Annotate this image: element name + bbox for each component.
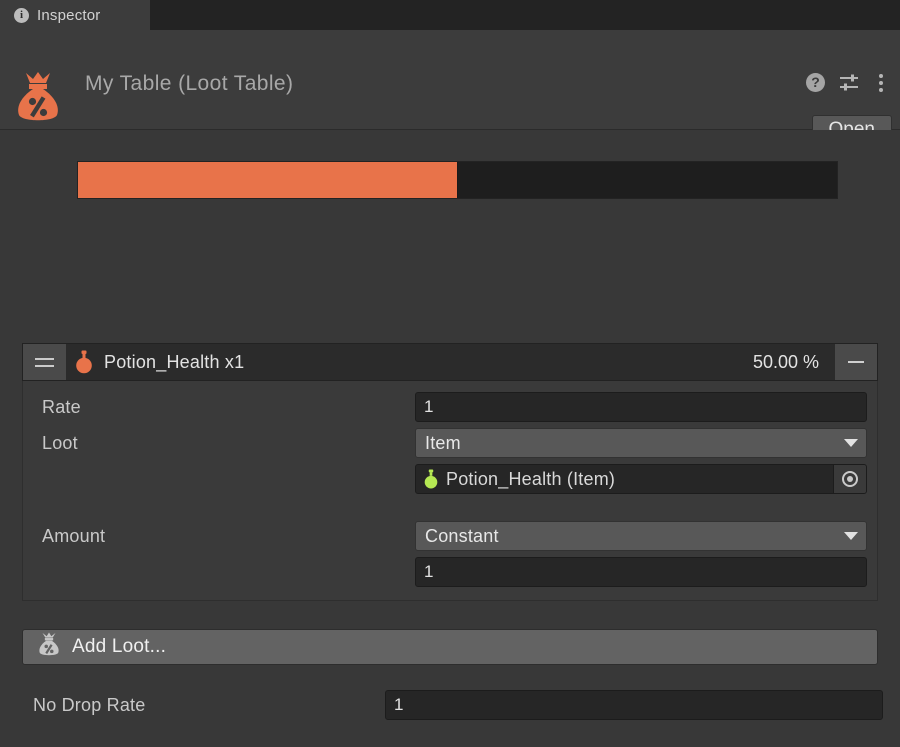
loot-object-value: Potion_Health (Item) — [446, 468, 616, 489]
inspector-body: Potion_Health x1 50.00 % Rate Loot Item — [0, 130, 900, 747]
preset-sliders-icon[interactable] — [839, 74, 859, 92]
asset-header: My Table (Loot Table) ? Open — [0, 30, 900, 147]
no-drop-rate-label: No Drop Rate — [33, 694, 146, 715]
page-title: My Table (Loot Table) — [85, 72, 294, 95]
help-icon[interactable]: ? — [806, 73, 825, 92]
add-loot-label: Add Loot... — [72, 636, 167, 657]
loot-entry-title: Potion_Health x1 — [104, 351, 245, 372]
amount-value-input[interactable] — [415, 557, 867, 587]
loot-bag-percent-icon — [37, 632, 61, 662]
rate-label: Rate — [42, 396, 81, 417]
rate-input[interactable] — [415, 392, 867, 422]
info-icon: i — [14, 7, 29, 23]
loot-entry: Potion_Health x1 50.00 % Rate Loot Item — [22, 343, 878, 601]
header-tools: ? — [806, 73, 889, 92]
distribution-bar[interactable] — [77, 161, 838, 199]
amount-label: Amount — [42, 525, 106, 546]
loot-entry-percent: 50.00 % — [752, 351, 819, 372]
add-loot-button[interactable]: Add Loot... — [22, 629, 878, 665]
window-tab-strip: i Inspector — [0, 0, 900, 30]
loot-type-dropdown[interactable]: Item — [415, 428, 867, 458]
chevron-down-icon — [844, 439, 858, 447]
loot-entry-header[interactable]: Potion_Health x1 50.00 % — [22, 343, 878, 381]
loot-entry-body: Rate Loot Item — [22, 381, 878, 601]
loot-bag-percent-icon — [13, 71, 63, 124]
no-drop-rate-input[interactable] — [385, 690, 883, 720]
loot-object-row: Potion_Health (Item) — [23, 461, 877, 497]
rate-row: Rate — [23, 389, 877, 425]
target-picker-icon[interactable] — [833, 465, 866, 493]
amount-value-row — [23, 554, 877, 590]
loot-type-value: Item — [425, 432, 461, 453]
amount-row: Amount Constant — [23, 518, 877, 554]
no-drop-rate-row: No Drop Rate — [0, 686, 900, 724]
loot-type-row: Loot Item — [23, 425, 877, 461]
loot-object-field[interactable]: Potion_Health (Item) — [415, 464, 867, 494]
chevron-down-icon — [844, 532, 858, 540]
amount-mode-value: Constant — [425, 525, 499, 546]
tab-inspector-label: Inspector — [37, 6, 101, 24]
tab-inspector[interactable]: i Inspector — [0, 0, 150, 30]
potion-green-icon — [416, 469, 446, 489]
potion-orange-icon — [66, 344, 102, 380]
distribution-segment[interactable] — [78, 162, 458, 198]
kebab-menu-icon[interactable] — [873, 73, 889, 92]
loot-label: Loot — [42, 432, 78, 453]
amount-mode-dropdown[interactable]: Constant — [415, 521, 867, 551]
remove-loot-button[interactable] — [835, 344, 877, 380]
drag-handle-icon[interactable] — [23, 344, 66, 380]
